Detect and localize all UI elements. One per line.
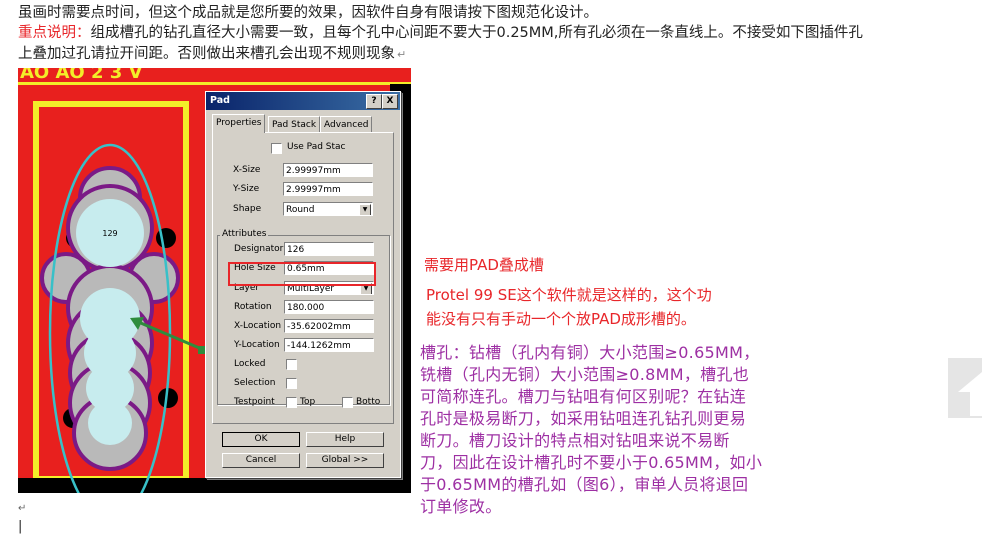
explanation-line: 孔时是极易断刀，如采用钻咀连孔钻孔则更易	[420, 409, 747, 428]
use-pad-stack-label: Use Pad Stac	[287, 142, 346, 152]
shape-label: Shape	[233, 204, 262, 214]
shape-value: Round	[286, 205, 315, 215]
paragraph-mark: ↵	[397, 48, 407, 61]
designator-field[interactable]: 126	[284, 242, 374, 256]
explanation-line: 订单修改。	[420, 497, 502, 516]
y-location-label: Y-Location	[234, 340, 280, 350]
pad-number: 129	[102, 229, 117, 238]
cancel-button[interactable]: Cancel	[222, 453, 300, 468]
intro-text: 虽画时需要点时间，但这个成品就是您所要的效果，因软件自身有限请按下图规范化设计。	[18, 5, 598, 21]
selection-label: Selection	[234, 378, 276, 388]
help-button[interactable]: Help	[306, 432, 384, 447]
protel-note-line-1: Protel 99 SE这个软件就是这样的，这个功	[426, 286, 712, 304]
x-size-label: X-Size	[233, 165, 261, 175]
key-note-text: 组成槽孔的钻孔直径大小需要一致，且每个孔中心间距不要大于0.25MM,所有孔必须…	[90, 25, 863, 41]
explanation-line: 断刀。槽刀设计的特点相对钻咀来说不易断	[420, 431, 730, 450]
slot-explanation: 槽孔：钻槽（孔内有铜）大小范围≥0.65MM， 铣槽（孔内无铜）大小范围≥0.8…	[420, 342, 812, 518]
shape-select[interactable]: Round ▼	[283, 202, 373, 216]
testpoint-label: Testpoint	[234, 397, 275, 407]
dialog-titlebar[interactable]: Pad ? X	[206, 92, 400, 110]
explanation-line: 铣槽（孔内无铜）大小范围≥0.8MM，槽孔也	[420, 365, 750, 384]
explanation-line: 可简称连孔。槽刀与钻咀有何区别呢？在钻连	[420, 387, 747, 406]
key-note-line-2: 上叠加过孔请拉开间距。否则做出来槽孔会出现不规则现象 ↵	[18, 44, 406, 65]
testpoint-bottom-label: Botto	[356, 397, 381, 407]
selection-checkbox[interactable]	[286, 378, 297, 389]
tab-pad-stack[interactable]: Pad Stack	[268, 116, 321, 133]
explanation-line: 于0.65MM的槽孔如（图6），审单人员将退回	[420, 475, 749, 494]
back-to-top-button[interactable]	[948, 358, 982, 418]
x-location-field[interactable]: -35.62002mm	[284, 319, 374, 333]
rotation-label: Rotation	[234, 302, 272, 312]
text-cursor: |	[18, 519, 23, 534]
close-icon[interactable]: X	[382, 94, 398, 109]
key-note-text-2: 上叠加过孔请拉开间距。否则做出来槽孔会出现不规则现象	[18, 46, 395, 62]
chevron-down-icon[interactable]: ▼	[359, 204, 371, 215]
testpoint-bottom-checkbox[interactable]	[342, 397, 353, 408]
global-button[interactable]: Global >>	[306, 453, 384, 468]
tab-properties[interactable]: Properties	[212, 114, 266, 133]
rotation-field[interactable]: 180.000	[284, 300, 374, 314]
up-arrow-icon	[958, 372, 982, 416]
pcb-top-text: AO AO 2 3 V	[20, 68, 143, 83]
paragraph-mark: ↵	[18, 503, 27, 514]
explanation-line: 刀，因此在设计槽孔时不要小于0.65MM，如小	[420, 453, 763, 472]
key-note-lead: 重点说明：	[18, 25, 91, 41]
tab-advanced[interactable]: Advanced	[320, 116, 373, 133]
attributes-group: Attributes Designator 126 Hole Size 0.65…	[217, 229, 390, 408]
dialog-title: Pad	[210, 95, 230, 106]
y-size-label: Y-Size	[233, 184, 260, 194]
protel-note-line-2: 能没有只有手动一个个放PAD成形槽的。	[426, 310, 696, 328]
pad-slot-note: 需要用PAD叠成槽	[424, 256, 544, 274]
key-note-line: 重点说明：组成槽孔的钻孔直径大小需要一致，且每个孔中心间距不要大于0.25MM,…	[18, 23, 863, 43]
x-size-field[interactable]: 2.99997mm	[283, 163, 373, 177]
hole-size-highlight-box	[228, 262, 376, 286]
ok-button[interactable]: OK	[222, 432, 300, 447]
explanation-line: 槽孔：钻槽（孔内有铜）大小范围≥0.65MM，	[420, 343, 760, 362]
testpoint-top-checkbox[interactable]	[286, 397, 297, 408]
use-pad-stack-checkbox[interactable]	[271, 143, 282, 154]
intro-line: 虽画时需要点时间，但这个成品就是您所要的效果，因软件自身有限请按下图规范化设计。	[18, 3, 598, 23]
locked-checkbox[interactable]	[286, 359, 297, 370]
help-icon[interactable]: ?	[366, 94, 382, 109]
y-size-field[interactable]: 2.99997mm	[283, 182, 373, 196]
x-location-label: X-Location	[234, 321, 282, 331]
locked-label: Locked	[234, 359, 266, 369]
testpoint-top-label: Top	[300, 397, 316, 407]
y-location-field[interactable]: -144.1262mm	[284, 338, 374, 352]
designator-label: Designator	[234, 244, 284, 254]
attributes-title: Attributes	[220, 229, 269, 239]
